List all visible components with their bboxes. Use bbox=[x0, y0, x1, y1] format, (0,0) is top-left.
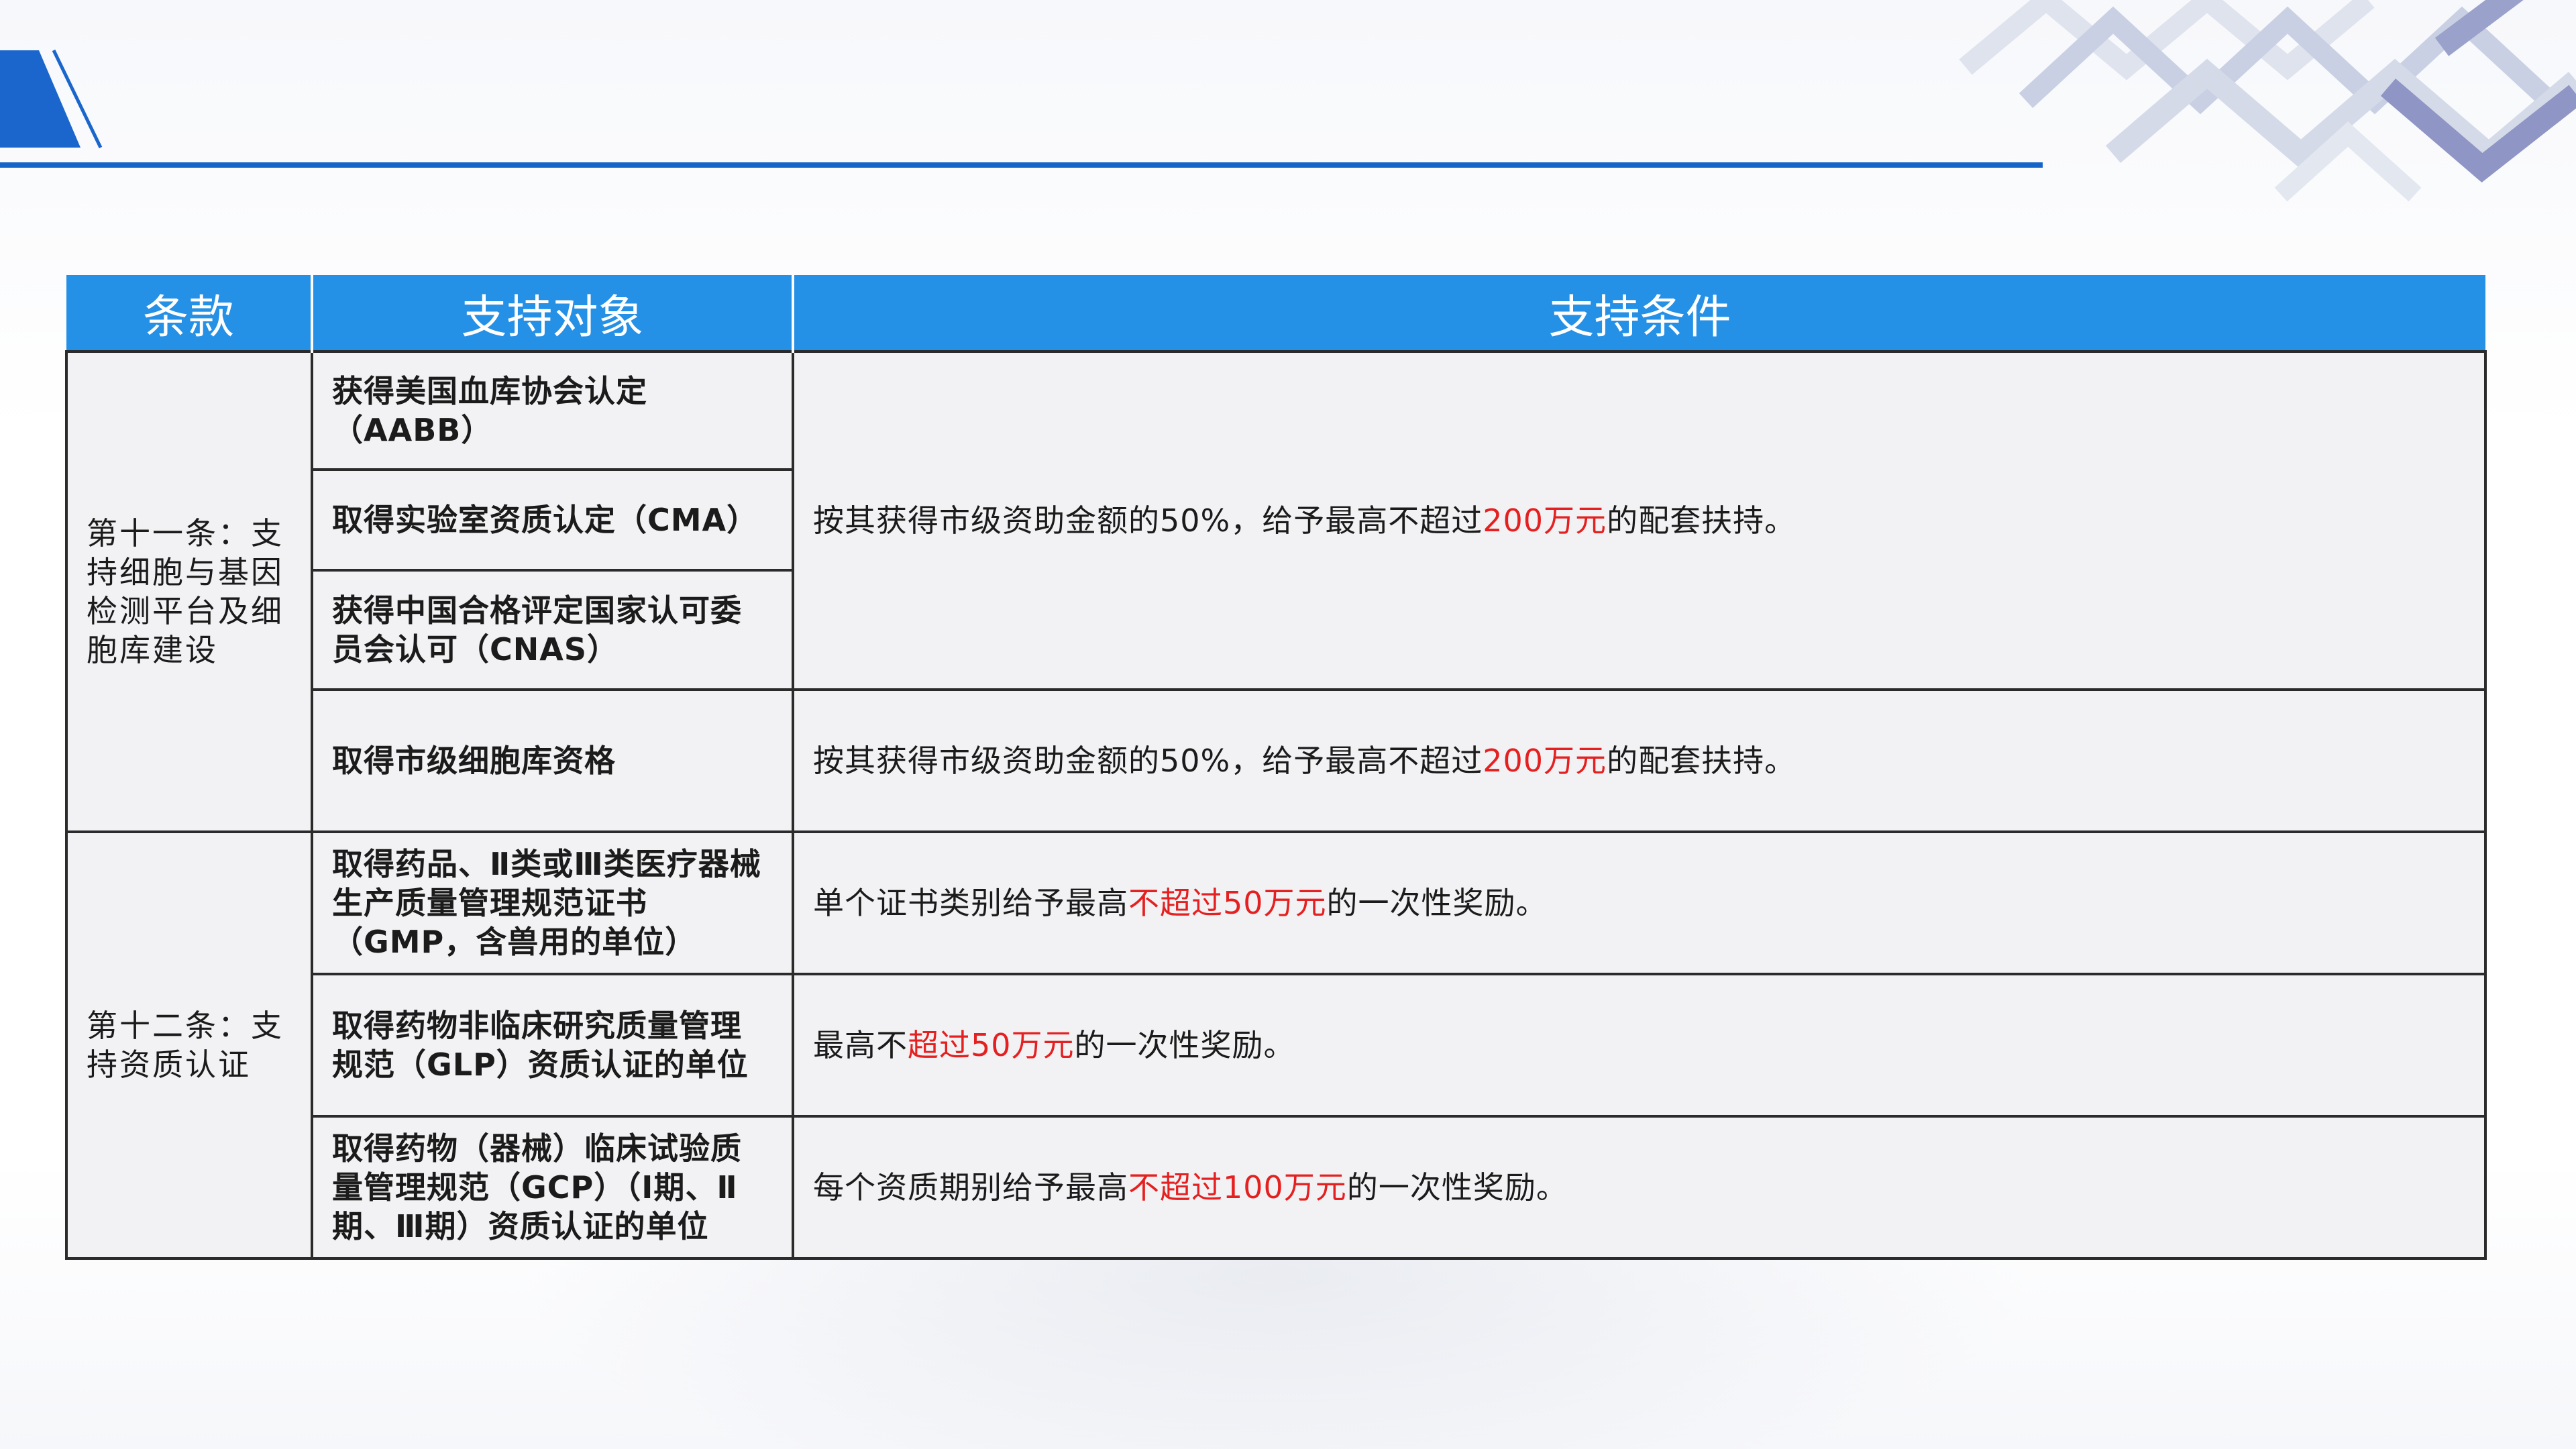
condition-highlight: 不超过50万元 bbox=[1128, 885, 1327, 921]
condition-cell: 最高不超过50万元的一次性奖励。 bbox=[792, 973, 2487, 1118]
top-right-chevron-pattern bbox=[1959, 0, 2576, 202]
condition-text: 的一次性奖励。 bbox=[1346, 1169, 1568, 1205]
condition-highlight: 不超过100万元 bbox=[1128, 1169, 1347, 1205]
header-clause: 条款 bbox=[66, 275, 313, 352]
decorative-banner bbox=[0, 0, 2576, 202]
target-cell: 取得药物非临床研究质量管理规范（GLP）资质认证的单位 bbox=[311, 973, 794, 1118]
condition-cell: 每个资质期别给予最高不超过100万元的一次性奖励。 bbox=[792, 1115, 2487, 1260]
target-cell: 取得市级细胞库资格 bbox=[311, 688, 794, 833]
condition-text: 按其获得市级资助金额的50%，给予最高不超过 bbox=[813, 502, 1483, 539]
clause-11-cell: 第十一条：支持细胞与基因检测平台及细胞库建设 bbox=[65, 350, 313, 833]
condition-text: 的配套扶持。 bbox=[1607, 502, 1796, 539]
condition-cell: 按其获得市级资助金额的50%，给予最高不超过200万元的配套扶持。 bbox=[792, 350, 2487, 691]
condition-text: 的一次性奖励。 bbox=[1074, 1027, 1295, 1063]
table-row: 取得市级细胞库资格 按其获得市级资助金额的50%，给予最高不超过200万元的配套… bbox=[66, 688, 2487, 833]
target-cell: 取得实验室资质认定（CMA） bbox=[311, 468, 794, 572]
table-row: 取得药物非临床研究质量管理规范（GLP）资质认证的单位 最高不超过50万元的一次… bbox=[66, 973, 2487, 1118]
condition-highlight: 200万元 bbox=[1483, 502, 1607, 539]
header-condition: 支持条件 bbox=[792, 275, 2485, 352]
left-blue-tab bbox=[0, 50, 80, 148]
target-cell: 取得药物（器械）临床试验质量管理规范（GCP）（Ⅰ期、Ⅱ期、Ⅲ期）资质认证的单位 bbox=[311, 1115, 794, 1260]
condition-text: 单个证书类别给予最高 bbox=[813, 885, 1128, 921]
condition-text: 按其获得市级资助金额的50%，给予最高不超过 bbox=[813, 743, 1483, 779]
target-cell: 取得药品、Ⅱ类或Ⅲ类医疗器械生产质量管理规范证书（GMP，含兽用的单位） bbox=[311, 830, 794, 975]
table-row: 第十一条：支持细胞与基因检测平台及细胞库建设 获得美国血库协会认定（AABB） … bbox=[65, 350, 2487, 833]
table-row: 取得药物（器械）临床试验质量管理规范（GCP）（Ⅰ期、Ⅱ期、Ⅲ期）资质认证的单位… bbox=[66, 1115, 2487, 1260]
condition-text: 每个资质期别给予最高 bbox=[813, 1169, 1128, 1205]
header-target: 支持对象 bbox=[311, 275, 794, 352]
target-cell: 获得中国合格评定国家认可委员会认可（CNAS） bbox=[311, 569, 794, 691]
condition-text: 的一次性奖励。 bbox=[1326, 885, 1548, 921]
condition-cell: 按其获得市级资助金额的50%，给予最高不超过200万元的配套扶持。 bbox=[792, 688, 2487, 833]
condition-highlight: 超过50万元 bbox=[908, 1027, 1075, 1063]
condition-text: 最高不 bbox=[813, 1027, 908, 1063]
header-rule bbox=[0, 162, 2043, 168]
condition-text: 的配套扶持。 bbox=[1607, 743, 1796, 779]
clause-12-cell: 第十二条：支持资质认证 bbox=[65, 830, 313, 1260]
policy-table: 条款 支持对象 支持条件 第十一条：支持细胞与基因检测平台及细胞库建设 获得美国… bbox=[65, 275, 2487, 1260]
target-cell: 获得美国血库协会认定（AABB） bbox=[311, 350, 794, 471]
table-row: 第十二条：支持资质认证 取得药品、Ⅱ类或Ⅲ类医疗器械生产质量管理规范证书（GMP… bbox=[65, 830, 2487, 1260]
condition-highlight: 200万元 bbox=[1483, 743, 1607, 779]
table-header-row: 条款 支持对象 支持条件 bbox=[66, 275, 2485, 352]
condition-cell: 单个证书类别给予最高不超过50万元的一次性奖励。 bbox=[792, 830, 2487, 975]
